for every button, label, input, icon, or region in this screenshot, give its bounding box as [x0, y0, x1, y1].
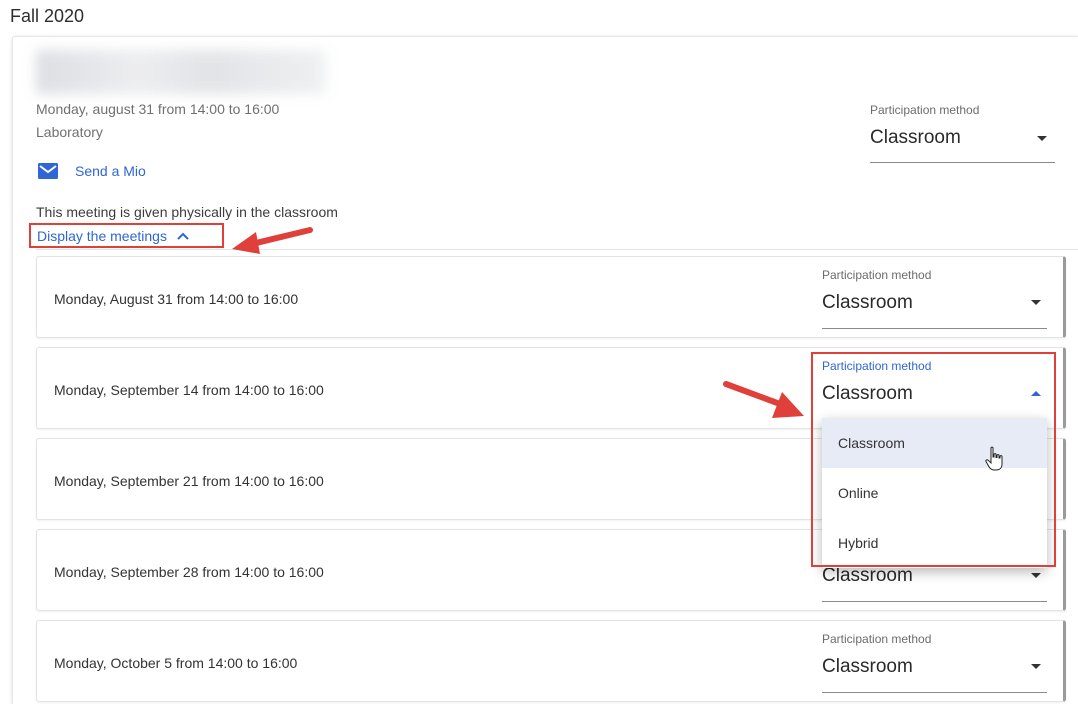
meeting-date: Monday, September 28 from 14:00 to 16:00	[54, 564, 324, 580]
meeting-participation-select[interactable]: Participation method Classroom	[822, 358, 1047, 421]
send-mio-link[interactable]: Send a Mio	[38, 163, 146, 179]
meeting-date: Monday, August 31 from 14:00 to 16:00	[54, 291, 299, 307]
participation-value: Classroom	[870, 127, 961, 148]
meeting-row: Monday, September 14 from 14:00 to 16:00…	[36, 347, 1066, 429]
meeting-participation-select[interactable]: Participation method Classroom	[822, 267, 1047, 329]
blurred-course-name	[36, 50, 326, 94]
participation-value: Classroom	[822, 383, 913, 404]
participation-label: Participation method	[870, 103, 980, 117]
meeting-date: Monday, September 14 from 14:00 to 16:00	[54, 382, 324, 398]
select-underline	[822, 328, 1047, 329]
meeting-participation-select[interactable]: Participation method Classroom	[822, 631, 1047, 693]
course-participation-select[interactable]: Participation method Classroom	[870, 100, 1055, 163]
meeting-row: Monday, August 31 from 14:00 to 16:00 Pa…	[36, 256, 1066, 338]
dropdown-arrow-up-icon	[1031, 391, 1041, 396]
select-underline	[870, 162, 1055, 163]
dropdown-arrow-icon	[1031, 300, 1041, 305]
hand-pointer-icon	[985, 446, 1003, 471]
physical-note: This meeting is given physically in the …	[36, 204, 338, 220]
participation-value: Classroom	[822, 656, 913, 677]
course-type: Laboratory	[36, 124, 103, 140]
mail-icon	[38, 163, 58, 179]
send-mio-label: Send a Mio	[75, 163, 146, 179]
dropdown-arrow-icon	[1037, 136, 1047, 141]
chevron-up-icon	[177, 232, 189, 240]
participation-label: Participation method	[822, 359, 932, 373]
option-classroom[interactable]: Classroom	[822, 418, 1047, 468]
select-underline	[822, 692, 1047, 693]
participation-value: Classroom	[822, 292, 913, 313]
meeting-date: Monday, October 5 from 14:00 to 16:00	[54, 655, 298, 671]
participation-label: Participation method	[822, 268, 932, 282]
participation-value: Classroom	[822, 565, 913, 586]
term-title: Fall 2020	[10, 6, 85, 26]
dropdown-arrow-icon	[1031, 664, 1041, 669]
meeting-row: Monday, October 5 from 14:00 to 16:00 Pa…	[36, 620, 1066, 702]
display-meetings-toggle[interactable]: Display the meetings	[29, 223, 224, 248]
course-first-meeting: Monday, august 31 from 14:00 to 16:00	[36, 101, 280, 117]
select-underline	[822, 601, 1047, 602]
participation-label: Participation method	[822, 632, 932, 646]
display-meetings-label: Display the meetings	[37, 227, 167, 244]
option-online[interactable]: Online	[822, 468, 1047, 518]
divider	[36, 249, 1078, 250]
option-hybrid[interactable]: Hybrid	[822, 518, 1047, 568]
participation-dropdown-menu: Classroom Online Hybrid	[822, 418, 1047, 568]
meeting-date: Monday, September 21 from 14:00 to 16:00	[54, 473, 324, 489]
dropdown-arrow-icon	[1031, 573, 1041, 578]
